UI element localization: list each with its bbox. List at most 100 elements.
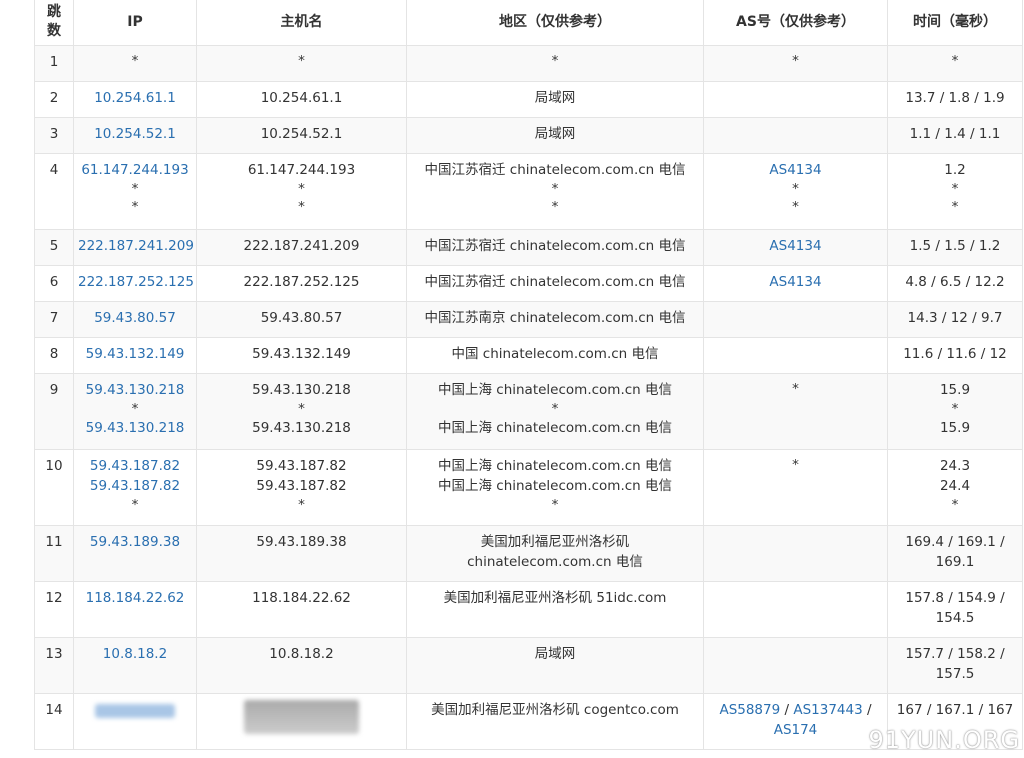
cell-hop: 3 bbox=[34, 117, 74, 154]
no-response-star: * bbox=[131, 199, 139, 215]
ip-link[interactable]: 59.43.187.82 bbox=[78, 456, 192, 476]
cell-host: 59.43.187.82 59.43.187.82 * bbox=[196, 449, 407, 526]
region-text: 中国上海 chinatelecom.com.cn 电信 bbox=[437, 478, 673, 494]
host-text: 10.254.52.1 bbox=[260, 126, 343, 142]
cell-region: 美国加利福尼亚州洛杉矶 51idc.com bbox=[406, 581, 704, 638]
table-row: 13 10.8.18.2 10.8.18.2 局域网 157.7 / 158.2 /15… bbox=[34, 637, 1023, 694]
as-link[interactable]: AS4134 bbox=[708, 236, 883, 256]
ip-link[interactable]: 10.254.52.1 bbox=[78, 124, 192, 144]
ip-link[interactable]: 10.254.61.1 bbox=[78, 88, 192, 108]
no-response-star: * bbox=[131, 401, 139, 417]
no-response-star: * bbox=[551, 497, 559, 513]
as-link[interactable]: AS58879 / AS137443 / bbox=[708, 700, 883, 720]
region-text: 中国上海 chinatelecom.com.cn 电信 bbox=[437, 458, 673, 474]
cell-hop: 4 bbox=[34, 153, 74, 230]
cell-time: 157.7 / 158.2 / 157.5 bbox=[887, 637, 1023, 694]
ip-link[interactable]: 59.43.189.38 bbox=[78, 532, 192, 552]
as-link[interactable]: AS137443 bbox=[793, 702, 862, 718]
ip-link[interactable]: 10.8.18.2 bbox=[78, 644, 192, 664]
ip-link[interactable]: 59.43.130.218 bbox=[78, 418, 192, 438]
hop-number: 14 bbox=[45, 702, 63, 718]
hop-number: 11 bbox=[45, 534, 63, 550]
cell-ip: 59.43.130.218 * 59.43.130.218 bbox=[73, 373, 197, 450]
cell-host: 10.8.18.2 bbox=[196, 637, 407, 694]
hop-number: 13 bbox=[45, 646, 63, 662]
table-row: 6 222.187.252.125 222.187.252.125 中国江苏宿迁 ch… bbox=[34, 265, 1023, 302]
cell-hop: 14 bbox=[34, 693, 74, 750]
table-row: 7 59.43.80.57 59.43.80.57 中国江苏南京 chinatelec… bbox=[34, 301, 1023, 338]
no-response-star: * bbox=[792, 381, 799, 397]
host-text: 118.184.22.62 bbox=[252, 590, 351, 606]
cell-host: 59.43.130.218 * 59.43.130.218 bbox=[196, 373, 407, 450]
hop-number: 7 bbox=[49, 310, 59, 326]
cell-host: * bbox=[196, 45, 407, 82]
header-host: 主机名 bbox=[196, 0, 407, 46]
cell-as bbox=[703, 301, 888, 338]
cell-host: 59.43.80.57 bbox=[196, 301, 407, 338]
table-row: 3 10.254.52.1 10.254.52.1 局域网 1.1 / 1.4 / 1.… bbox=[34, 117, 1023, 154]
cell-host: 59.43.189.38 bbox=[196, 525, 407, 582]
cell-ip: 222.187.241.209 bbox=[73, 229, 197, 266]
table-row: 5 222.187.241.209 222.187.241.209 中国江苏宿迁 ch… bbox=[34, 229, 1023, 266]
table-header-row: 跳数 IP 主机名 地区（仅供参考） AS号（仅供参考） 时间（毫秒） bbox=[34, 0, 1023, 46]
cell-hop: 8 bbox=[34, 337, 74, 374]
as-link[interactable]: AS174 bbox=[708, 720, 883, 740]
cell-as: AS4134 bbox=[703, 229, 888, 266]
as-link[interactable]: AS4134 bbox=[708, 272, 883, 292]
no-response-star: * bbox=[951, 497, 959, 513]
as-link[interactable]: AS4134 bbox=[708, 160, 883, 180]
cell-hop: 6 bbox=[34, 265, 74, 302]
no-response-star: * bbox=[298, 53, 305, 69]
table-row: 10 59.43.187.82 59.43.187.82 * 59.43.187.82 5… bbox=[34, 449, 1023, 526]
no-response-star: * bbox=[131, 497, 139, 513]
cell-host: 10.254.52.1 bbox=[196, 117, 407, 154]
cell-time: 13.7 / 1.8 / 1.9 bbox=[887, 81, 1023, 118]
region-text: 美国加利福尼亚州洛杉矶 51idc.com bbox=[443, 590, 667, 606]
hop-number: 5 bbox=[49, 238, 59, 254]
ip-link[interactable]: 61.147.244.193 bbox=[78, 160, 192, 180]
redacted-value bbox=[201, 700, 402, 740]
cell-host: 222.187.241.209 bbox=[196, 229, 407, 266]
table-row: 2 10.254.61.1 10.254.61.1 局域网 13.7 / 1.8 / 1… bbox=[34, 81, 1023, 118]
cell-hop: 11 bbox=[34, 525, 74, 582]
ip-link[interactable]: 59.43.187.82 bbox=[78, 476, 192, 496]
cell-region: 局域网 bbox=[406, 637, 704, 694]
cell-ip: 222.187.252.125 bbox=[73, 265, 197, 302]
cell-hop: 13 bbox=[34, 637, 74, 694]
ip-link[interactable]: 222.187.252.125 bbox=[78, 272, 194, 292]
cell-hop: 5 bbox=[34, 229, 74, 266]
cell-hop: 1 bbox=[34, 45, 74, 82]
ip-link[interactable]: 59.43.132.149 bbox=[78, 344, 192, 364]
no-response-star: * bbox=[298, 199, 305, 215]
region-text: 局域网 bbox=[534, 646, 576, 662]
cell-as: AS58879 / AS137443 / AS174 bbox=[703, 693, 888, 750]
cell-host: 10.254.61.1 bbox=[196, 81, 407, 118]
time-text: 1.5 / 1.5 / 1.2 bbox=[909, 238, 1001, 254]
region-text: 中国江苏南京 chinatelecom.com.cn 电信 bbox=[424, 310, 686, 326]
cell-time: 24.3 24.4 * bbox=[887, 449, 1023, 526]
ip-link[interactable]: 222.187.241.209 bbox=[78, 236, 194, 256]
cell-as bbox=[703, 337, 888, 374]
cell-region: 局域网 bbox=[406, 81, 704, 118]
hop-number: 6 bbox=[49, 274, 59, 290]
cell-time: 169.4 / 169.1 / 169.1 bbox=[887, 525, 1023, 582]
ip-link[interactable]: 118.184.22.62 bbox=[78, 588, 192, 608]
redacted-block bbox=[244, 700, 359, 734]
time-text: 169.4 / 169.1 / bbox=[905, 534, 1005, 550]
time-text: 1.2 bbox=[944, 162, 966, 178]
as-link[interactable]: AS58879 bbox=[719, 702, 780, 718]
region-text: 中国江苏宿迁 chinatelecom.com.cn 电信 bbox=[424, 274, 686, 290]
time-text: 1.1 / 1.4 / 1.1 bbox=[909, 126, 1001, 142]
time-text: 169.1 bbox=[935, 554, 975, 570]
table-row: 12 118.184.22.62 118.184.22.62 美国加利福尼亚州洛杉矶 … bbox=[34, 581, 1023, 638]
time-text: 157.5 bbox=[935, 666, 975, 682]
region-text: chinatelecom.com.cn 电信 bbox=[467, 554, 643, 570]
cell-ip: 59.43.132.149 bbox=[73, 337, 197, 374]
region-text: 美国加利福尼亚州洛杉矶 bbox=[480, 534, 630, 550]
ip-link[interactable]: 59.43.130.218 bbox=[78, 380, 192, 400]
no-response-star: * bbox=[298, 181, 305, 197]
no-response-star: * bbox=[551, 53, 559, 69]
cell-region: 中国江苏南京 chinatelecom.com.cn 电信 bbox=[406, 301, 704, 338]
region-text: 中国江苏宿迁 chinatelecom.com.cn 电信 bbox=[424, 238, 686, 254]
ip-link[interactable]: 59.43.80.57 bbox=[78, 308, 192, 328]
